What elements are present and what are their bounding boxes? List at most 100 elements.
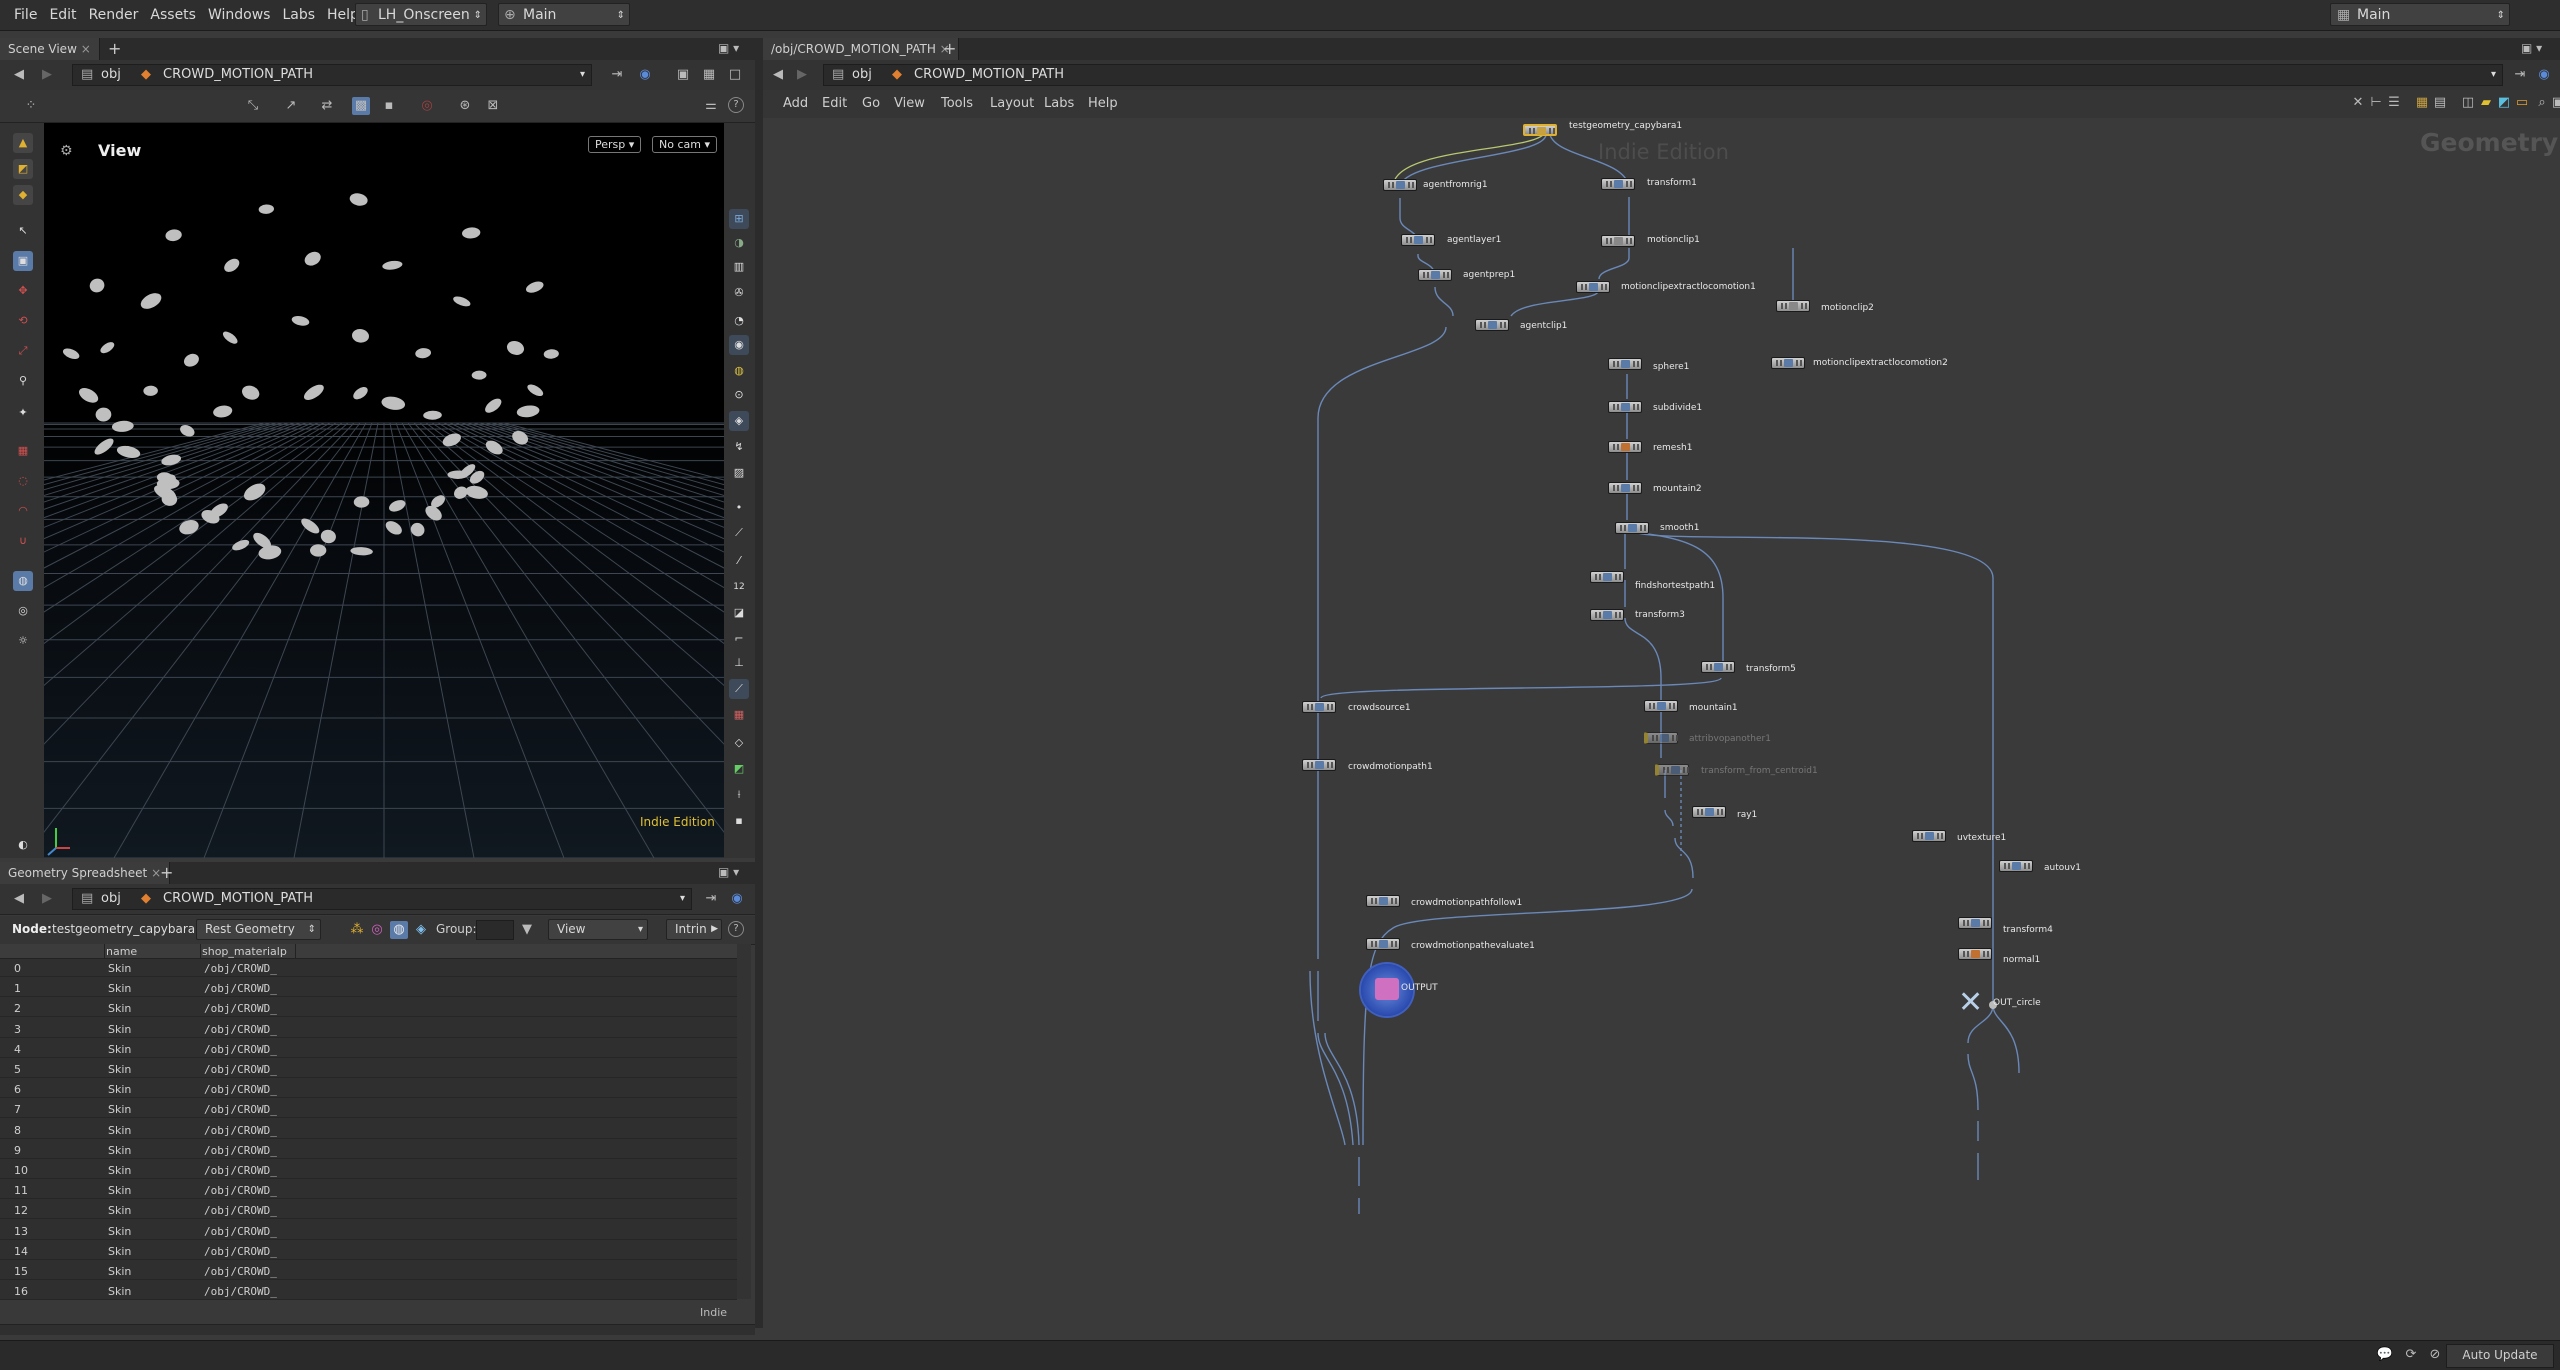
uv-icon[interactable]: ◪ [729, 603, 749, 623]
desktop-combo[interactable]: ▯ LH_Onscreen ⇕ [355, 3, 487, 26]
pin-icon[interactable]: ⇥ [702, 890, 720, 908]
network-menu-tools[interactable]: Tools [941, 96, 973, 111]
node-findshortestpath1[interactable] [1590, 571, 1624, 583]
rotate-tool-icon[interactable]: ⟲ [13, 311, 33, 331]
persp-button[interactable]: Persp ▾ [588, 136, 642, 153]
tab-geometry-spreadsheet[interactable]: Geometry Spreadsheet × [0, 862, 171, 884]
paint-tool-icon[interactable]: ◩ [13, 159, 33, 179]
path-root[interactable]: obj [101, 889, 121, 909]
pose-tool-icon[interactable]: ✦ [13, 403, 33, 423]
node-smooth1[interactable] [1615, 522, 1649, 534]
add-tab-icon[interactable]: + [108, 39, 121, 58]
ortho-icon[interactable]: ⊥ [729, 653, 749, 673]
display-flag-icon[interactable]: ◩ [729, 759, 749, 779]
network-layout-icon[interactable]: ◫ [2459, 94, 2477, 112]
network-menu-add[interactable]: Add [783, 96, 808, 111]
table-row[interactable]: 7 Skin/obj/CROWD_ [8, 1103, 448, 1116]
path-root[interactable]: obj [101, 65, 121, 85]
handle-tool-icon[interactable]: ⚲ [13, 371, 33, 391]
table-row[interactable]: 4 Skin/obj/CROWD_ [8, 1043, 448, 1056]
headlight-icon[interactable]: ⊙ [729, 385, 749, 405]
node-transform-from-centroid1[interactable] [1655, 764, 1689, 776]
wrench-icon[interactable]: ✕ [2349, 94, 2367, 112]
camera-button[interactable]: No cam ▾ [652, 136, 717, 153]
column-header-material[interactable]: shop_materialp [202, 945, 287, 958]
table-row[interactable]: 16 Skin/obj/CROWD_ [8, 1285, 448, 1298]
node-transform1[interactable] [1601, 178, 1635, 190]
node-uvtexture1[interactable] [1912, 830, 1946, 842]
pin-icon[interactable]: ⇥ [608, 66, 626, 84]
points-filter-icon[interactable]: ⁂ [348, 921, 366, 939]
pane-menu-icon[interactable]: ▣ ▾ [718, 865, 739, 879]
snapshot-icon[interactable]: ▣ [674, 66, 692, 84]
table-row[interactable]: 1 Skin/obj/CROWD_ [8, 982, 448, 995]
display-options-icon[interactable]: ▩ [352, 97, 370, 115]
pane-divider[interactable] [755, 38, 763, 1328]
chevron-down-icon[interactable]: ▾ [680, 889, 685, 909]
spreadsheet-path-field[interactable]: ▤ obj ◆ CROWD_MOTION_PATH ▾ [72, 888, 692, 910]
menu-windows[interactable]: Windows [202, 0, 277, 30]
lights-icon[interactable]: ⊠ [484, 97, 502, 115]
refresh-icon[interactable]: ⟳ [2402, 1346, 2420, 1364]
node-crowdsource1[interactable] [1302, 701, 1336, 713]
table-row[interactable]: 8 Skin/obj/CROWD_ [8, 1124, 448, 1137]
path-node[interactable]: CROWD_MOTION_PATH [163, 889, 313, 909]
node-motionclipextractlocomotion2[interactable] [1771, 357, 1805, 369]
node-agentprep1[interactable] [1418, 269, 1452, 281]
layout-icon[interactable]: ▦ [700, 66, 718, 84]
view-tool-icon[interactable]: ◍ [13, 571, 33, 591]
thumbnails-icon[interactable]: ▤ [2431, 94, 2449, 112]
close-icon[interactable]: × [81, 42, 91, 56]
move-tool-icon[interactable]: ✥ [13, 281, 33, 301]
scale-tool-icon[interactable]: ⤢ [13, 341, 33, 361]
chat-icon[interactable]: 💬 [2376, 1346, 2394, 1364]
prims-filter-icon[interactable]: ◍ [390, 921, 408, 939]
link-icon[interactable]: ◉ [728, 890, 746, 908]
network-menu-layout[interactable]: Layout [990, 96, 1034, 111]
node-motionclip2[interactable] [1776, 300, 1810, 312]
menu-file[interactable]: File [8, 0, 43, 30]
vertices-filter-icon[interactable]: ◎ [368, 921, 386, 939]
link-icon[interactable]: ◉ [2535, 66, 2553, 84]
wand-icon[interactable]: ⁄ [729, 551, 749, 571]
node-transform4[interactable] [1958, 917, 1992, 929]
toggle-icon[interactable]: ◐ [13, 835, 33, 855]
node-out-circle[interactable]: ✕ [1958, 988, 1983, 1018]
viewport-layout-icon[interactable]: ⚌ [702, 97, 720, 115]
table-row[interactable]: 0 Skin/obj/CROWD_ [8, 962, 448, 975]
light-icon[interactable]: ◍ [729, 361, 749, 381]
column-header-name[interactable]: name [106, 945, 137, 958]
node-motionclipextractlocomotion1[interactable] [1576, 281, 1610, 293]
add-tab-icon[interactable]: + [160, 863, 173, 882]
grid-tool-icon[interactable]: ▦ [13, 441, 33, 461]
menu-assets[interactable]: Assets [144, 0, 202, 30]
group-input[interactable] [476, 920, 514, 940]
node-remesh1[interactable] [1608, 441, 1642, 453]
back-arrow-icon[interactable]: ◀ [10, 66, 28, 84]
shading-icon[interactable]: ▪ [380, 97, 398, 115]
normals-icon[interactable]: ↯ [729, 437, 749, 457]
point-display-icon[interactable]: • [729, 498, 749, 518]
transform-icon[interactable]: ⇄ [318, 97, 336, 115]
chevron-down-icon[interactable]: ▾ [580, 65, 585, 85]
safe-area-icon[interactable]: ◇ [729, 733, 749, 753]
menu-render[interactable]: Render [83, 0, 145, 30]
display-prims-icon[interactable]: ◑ [729, 233, 749, 253]
network-menu-view[interactable]: View [894, 96, 925, 111]
table-row[interactable]: 14 Skin/obj/CROWD_ [8, 1245, 448, 1258]
image-icon[interactable]: ◩ [2495, 94, 2513, 112]
node-ray1[interactable] [1692, 806, 1726, 818]
tab-network[interactable]: /obj/CROWD_MOTION_PATH × [763, 38, 959, 60]
maximize-icon[interactable]: □ [726, 66, 744, 84]
viewport-menu-icon[interactable]: ⚙ [60, 143, 73, 159]
forward-arrow-icon[interactable]: ▶ [38, 66, 56, 84]
record-icon[interactable]: ◎ [418, 97, 436, 115]
path-node[interactable]: CROWD_MOTION_PATH [914, 65, 1064, 85]
display-points-icon[interactable]: ⊞ [729, 209, 749, 229]
chevron-down-icon[interactable]: ▾ [2491, 65, 2496, 85]
pane-menu-icon[interactable]: ▣ ▾ [718, 41, 739, 55]
network-grid-icon[interactable]: ▦ [2413, 94, 2431, 112]
axis-icon[interactable]: ⌐ [729, 629, 749, 649]
context-combo[interactable]: ⊕ Main ⇕ [498, 3, 630, 26]
node-testgeometry-capybara1[interactable] [1523, 124, 1557, 136]
